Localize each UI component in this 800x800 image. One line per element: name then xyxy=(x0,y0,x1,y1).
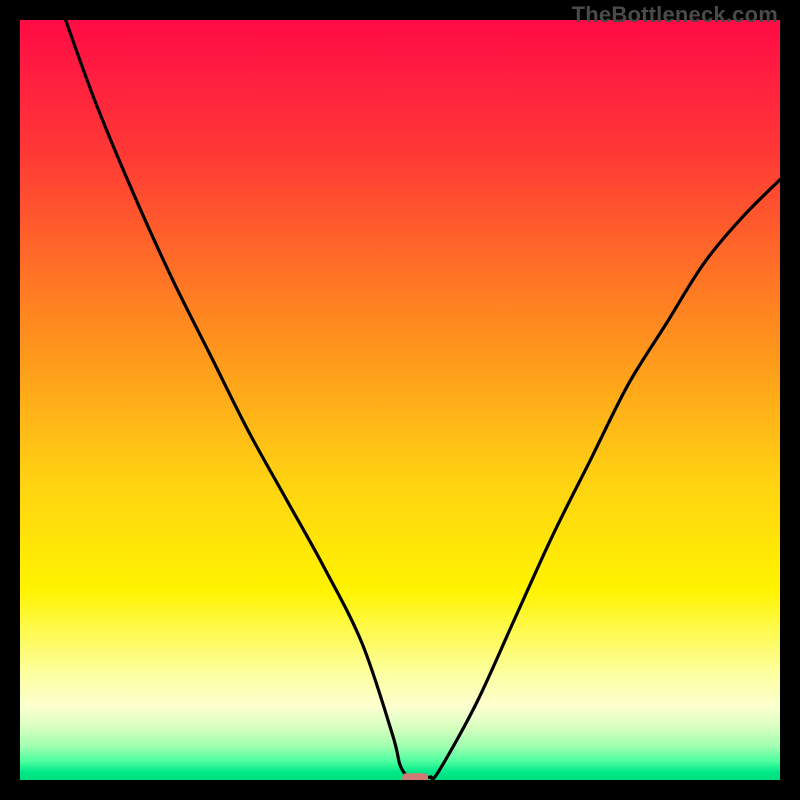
watermark-text: TheBottleneck.com xyxy=(572,2,778,28)
chart-svg xyxy=(20,20,780,780)
minimum-marker xyxy=(402,773,428,780)
chart-frame xyxy=(20,20,780,780)
gradient-background xyxy=(20,20,780,780)
